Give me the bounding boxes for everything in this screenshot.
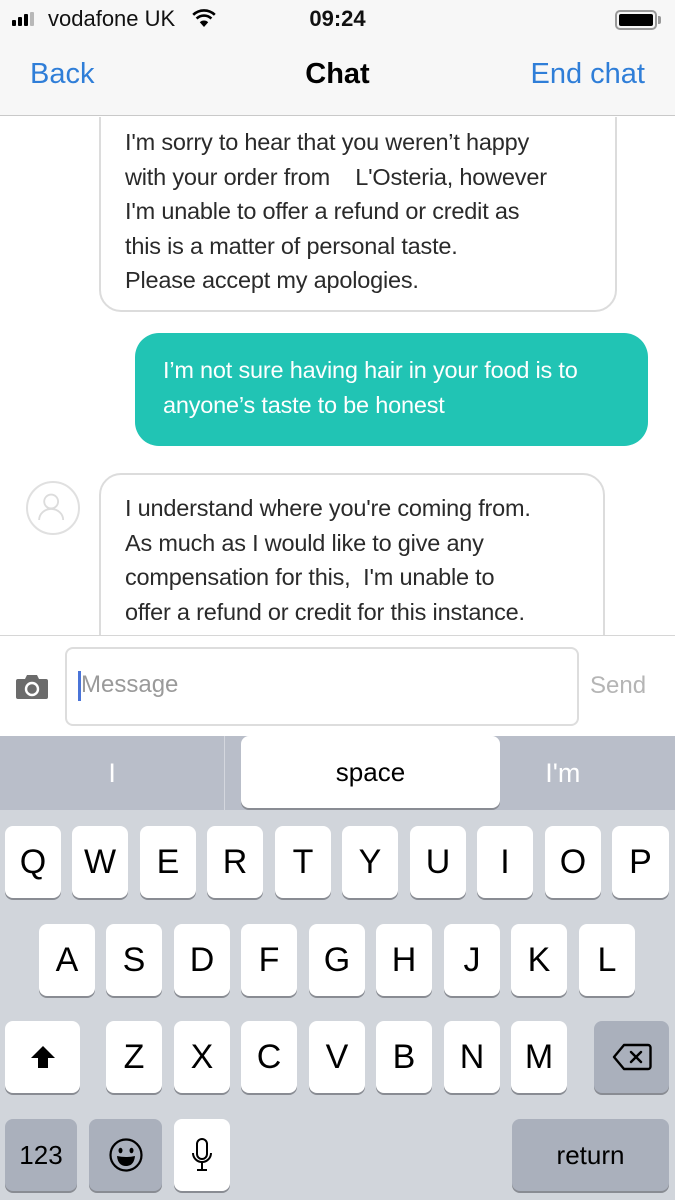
key-r[interactable]: R: [207, 826, 263, 898]
message-line: Please accept my apologies.: [125, 267, 419, 293]
message-line: I’m not sure having hair in your food is…: [163, 357, 578, 383]
agent-avatar-icon: [26, 481, 80, 535]
backspace-icon: [612, 1043, 652, 1071]
message-line: As much as I would like to give any: [125, 529, 484, 556]
key-l[interactable]: L: [579, 924, 635, 996]
key-z[interactable]: Z: [106, 1021, 162, 1093]
message-line: anyone’s taste to be honest: [163, 391, 445, 418]
message-line: with your order from L'Osteria, however: [125, 163, 547, 190]
emoji-icon: [108, 1138, 143, 1172]
key-s[interactable]: S: [106, 924, 162, 996]
suggestion-item[interactable]: I: [0, 736, 226, 810]
camera-icon[interactable]: [15, 674, 49, 700]
key-p[interactable]: P: [612, 826, 669, 898]
agent-message: I'm sorry to hear that you weren’t happy…: [99, 117, 617, 312]
message-composer: Message Send: [0, 635, 675, 736]
navigation-bar: Back Chat End chat: [0, 40, 675, 116]
message-line: offer a refund or credit for this instan…: [125, 598, 525, 625]
key-t[interactable]: T: [275, 826, 331, 898]
emoji-key[interactable]: [89, 1119, 162, 1191]
key-x[interactable]: X: [174, 1021, 230, 1093]
key-m[interactable]: M: [511, 1021, 567, 1093]
key-j[interactable]: J: [444, 924, 500, 996]
message-line: this is a matter of personal taste.: [125, 232, 458, 259]
numbers-key[interactable]: 123: [5, 1119, 77, 1191]
key-w[interactable]: W: [72, 826, 128, 898]
key-q[interactable]: Q: [5, 826, 61, 898]
key-y[interactable]: Y: [342, 826, 398, 898]
shift-arrow-icon: [30, 1046, 55, 1068]
key-n[interactable]: N: [444, 1021, 500, 1093]
key-g[interactable]: G: [309, 924, 365, 996]
key-f[interactable]: F: [241, 924, 297, 996]
key-d[interactable]: D: [174, 924, 230, 996]
message-line: I'm unable to offer a refund or credit a…: [125, 198, 520, 224]
message-input[interactable]: Message: [65, 647, 579, 726]
agent-message: I understand where you're coming from. A…: [99, 473, 605, 635]
key-c[interactable]: C: [241, 1021, 297, 1093]
chat-transcript[interactable]: I'm sorry to hear that you weren’t happy…: [0, 117, 675, 635]
dictation-key[interactable]: [174, 1119, 230, 1191]
message-line: I'm sorry to hear that you weren’t happy: [125, 129, 530, 155]
key-o[interactable]: O: [545, 826, 601, 898]
key-i[interactable]: I: [477, 826, 533, 898]
keyboard: I Ha I'm Q W E R T Y U I O P A S D F G H…: [0, 736, 675, 1200]
key-v[interactable]: V: [309, 1021, 365, 1093]
battery-icon: [615, 10, 661, 30]
send-button[interactable]: Send: [590, 672, 646, 700]
message-line: I understand where you're coming from.: [125, 495, 531, 521]
delete-key[interactable]: [594, 1021, 669, 1093]
user-message: I’m not sure having hair in your food is…: [135, 333, 648, 446]
message-line: compensation for this, I'm unable to: [125, 564, 495, 590]
microphone-icon: [192, 1138, 212, 1171]
return-key[interactable]: return: [512, 1119, 669, 1191]
key-e[interactable]: E: [140, 826, 196, 898]
status-bar: vodafone UK 09:24: [0, 0, 675, 40]
key-h[interactable]: H: [376, 924, 432, 996]
key-u[interactable]: U: [410, 826, 466, 898]
message-placeholder: Message: [81, 671, 179, 698]
key-k[interactable]: K: [511, 924, 567, 996]
shift-key[interactable]: [5, 1021, 80, 1093]
space-key[interactable]: space: [241, 736, 500, 808]
key-a[interactable]: A: [39, 924, 95, 996]
end-chat-button[interactable]: End chat: [531, 58, 645, 91]
key-b[interactable]: B: [376, 1021, 432, 1093]
clock: 09:24: [309, 6, 366, 31]
